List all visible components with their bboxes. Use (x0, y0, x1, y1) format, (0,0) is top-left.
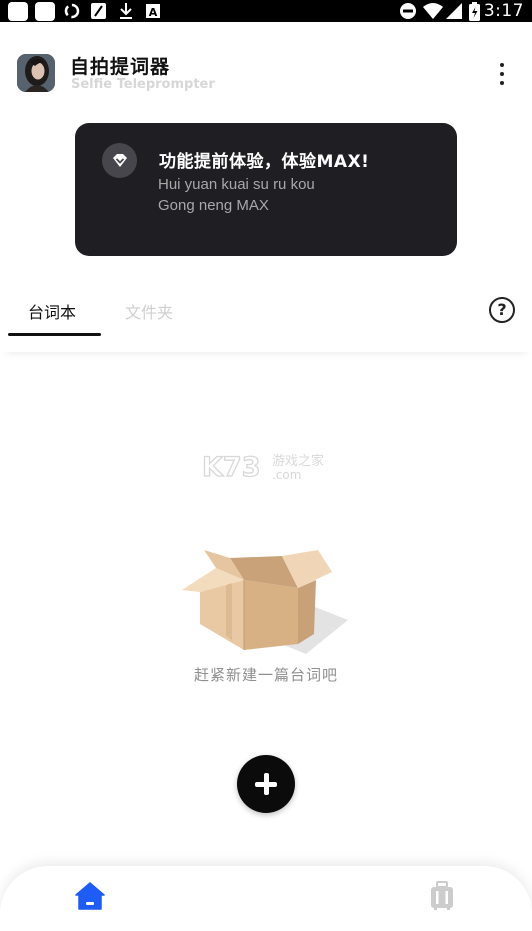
sync-icon (61, 2, 83, 20)
add-script-button[interactable] (237, 755, 295, 813)
watermark-tag: 游戏之家 (272, 453, 324, 469)
promo-line-2: Gong neng MAX (158, 197, 269, 214)
avatar[interactable] (17, 54, 55, 92)
empty-state-text: 赶紧新建一篇台词吧 (193, 666, 338, 684)
box-icon (182, 528, 352, 660)
app-subtitle: Selfie Teleprompter (71, 77, 215, 92)
notification-square-icon (8, 1, 28, 21)
app-title: 自拍提词器 (70, 56, 171, 78)
notification-square-icon (35, 1, 55, 21)
nav-home-icon[interactable] (72, 878, 108, 914)
battery-icon (468, 1, 480, 21)
watermark-domain: .com (272, 468, 301, 482)
bottom-nav (0, 866, 532, 931)
more-options-icon[interactable] (488, 58, 516, 90)
dnd-icon (398, 2, 418, 20)
nav-suitcase-icon[interactable] (424, 878, 460, 914)
wifi-icon (422, 2, 444, 20)
status-time: 3:17 (483, 1, 524, 21)
download-icon (116, 2, 136, 20)
help-icon[interactable]: ? (489, 297, 515, 323)
tab-scripts[interactable]: 台词本 (28, 299, 76, 323)
tab-indicator (8, 333, 101, 336)
watermark-brand: K73 (202, 452, 261, 483)
edit-icon (88, 2, 110, 20)
signal-icon (445, 2, 463, 20)
promo-banner[interactable]: 功能提前体验，体验MAX! Hui yuan kuai su ru kou Go… (75, 123, 457, 256)
tabs-bar: 台词本 文件夹 ? (0, 282, 532, 352)
status-bar: A 3:17 (0, 0, 532, 22)
promo-line-1: Hui yuan kuai su ru kou (158, 176, 315, 193)
tab-folders[interactable]: 文件夹 (125, 299, 173, 323)
a-icon: A (144, 2, 162, 20)
diamond-icon (102, 143, 137, 178)
svg-text:A: A (149, 6, 158, 19)
watermark-logo: K73 游戏之家 .com (201, 449, 332, 483)
promo-title: 功能提前体验，体验MAX! (159, 152, 370, 172)
